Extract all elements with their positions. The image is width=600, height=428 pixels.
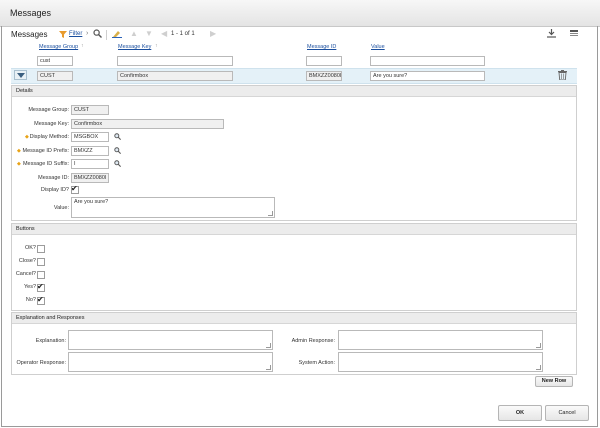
message-id-suffix-label: Message ID Suffix: [22, 161, 69, 167]
explanation-textarea[interactable] [68, 330, 273, 350]
row-collapse-button[interactable] [14, 70, 27, 80]
message-key-field[interactable]: Confirmbox [71, 119, 224, 129]
cancel-option-label: Cancel? [15, 271, 36, 277]
value-label: Value: [53, 205, 69, 211]
new-row-button[interactable]: New Row [535, 376, 573, 387]
suffix-lookup-icon[interactable] [114, 160, 121, 169]
display-method-label: Display Method: [29, 134, 69, 140]
prefix-lookup-icon[interactable] [114, 147, 121, 156]
check-icon: ✔ [71, 184, 78, 193]
search-icon[interactable] [93, 29, 102, 40]
display-id-checkbox[interactable]: ✔ [71, 184, 79, 194]
explanation-header: Explanation and Responses [12, 313, 576, 324]
column-header-message-group[interactable]: Message Group [39, 44, 78, 50]
message-id-field[interactable]: BMXZZ0080I [71, 173, 109, 183]
check-icon: ✔ [37, 295, 44, 304]
display-method-field[interactable]: MSGBOX [71, 132, 109, 142]
explanation-label: Explanation: [35, 338, 66, 344]
sort-asc-icon[interactable]: ↑ [155, 43, 158, 49]
explanation-header-text: Explanation and Responses [16, 315, 85, 321]
buttons-header: Buttons [12, 224, 576, 235]
filter-message-id-input[interactable] [306, 56, 342, 66]
yes-checkbox[interactable]: ✔ [37, 282, 45, 292]
admin-response-textarea[interactable] [338, 330, 543, 350]
admin-response-label: Admin Response: [291, 338, 335, 344]
operator-response-textarea[interactable] [68, 352, 273, 372]
table-row[interactable] [11, 68, 577, 84]
chevron-right-icon: › [86, 30, 89, 37]
system-action-label: System Action: [298, 360, 335, 366]
row-message-id[interactable]: BMXZZ0080I [306, 71, 342, 81]
buttons-header-text: Buttons [16, 226, 35, 232]
close-option-label: Close? [18, 258, 36, 264]
check-icon: ✔ [37, 282, 44, 291]
operator-response-label: Operator Response: [16, 360, 66, 366]
details-header: Details [12, 86, 576, 97]
ok-option-label: OK? [24, 245, 36, 251]
row-message-group[interactable]: CUST [37, 71, 73, 81]
cancel-button[interactable]: Cancel [545, 405, 589, 421]
row-value[interactable]: Are you sure? [370, 71, 485, 81]
display-id-label: Display ID? [40, 187, 69, 193]
arrow-down-icon[interactable]: ▼ [145, 29, 153, 38]
no-checkbox[interactable]: ✔ [37, 295, 45, 305]
ok-checkbox[interactable] [37, 245, 45, 253]
filter-icon[interactable] [59, 31, 67, 40]
cancel-checkbox[interactable] [37, 271, 45, 279]
dialog-titlebar: Messages [0, 0, 600, 27]
previous-page-icon[interactable]: ◀ [161, 29, 167, 38]
column-header-message-id[interactable]: Message ID [307, 44, 336, 50]
filter-message-group-input[interactable]: cust [37, 56, 73, 66]
next-page-icon[interactable]: ▶ [210, 29, 216, 38]
ok-button[interactable]: OK [498, 405, 542, 421]
toolbar-divider [106, 30, 107, 40]
table-title: Messages [11, 30, 48, 39]
table-settings-icon[interactable] [570, 30, 578, 39]
row-message-key[interactable]: Confirmbox [117, 71, 233, 81]
filter-message-key-input[interactable] [117, 56, 233, 66]
close-checkbox[interactable] [37, 258, 45, 266]
details-header-text: Details [16, 88, 33, 94]
message-id-suffix-field[interactable]: I [71, 159, 109, 169]
yes-option-label: Yes? [23, 284, 36, 290]
column-header-message-key[interactable]: Message Key [118, 44, 151, 50]
arrow-up-icon[interactable]: ▲ [130, 29, 138, 38]
value-textarea[interactable]: Are you sure? [71, 197, 275, 218]
clear-filter-icon[interactable] [112, 29, 122, 40]
download-icon[interactable] [547, 29, 556, 40]
sort-asc-icon[interactable]: ↑ [81, 43, 84, 49]
message-key-label: Message Key: [34, 121, 69, 127]
message-group-field[interactable]: CUST [71, 105, 109, 115]
buttons-section: Buttons [11, 223, 577, 311]
filter-value-input[interactable] [370, 56, 485, 66]
message-id-label: Message ID: [38, 175, 69, 181]
message-group-label: Message Group: [28, 107, 69, 113]
pagination-text: 1 - 1 of 1 [171, 31, 195, 37]
column-header-value[interactable]: Value [371, 44, 385, 50]
system-action-textarea[interactable] [338, 352, 543, 372]
message-id-prefix-field[interactable]: BMXZZ [71, 146, 109, 156]
trash-icon[interactable] [558, 70, 567, 82]
dialog-title: Messages [10, 8, 52, 18]
filter-link[interactable]: Filter [69, 31, 82, 37]
message-id-prefix-label: Message ID Prefix: [22, 148, 69, 154]
display-method-lookup-icon[interactable] [114, 133, 121, 142]
no-option-label: No? [25, 297, 36, 303]
